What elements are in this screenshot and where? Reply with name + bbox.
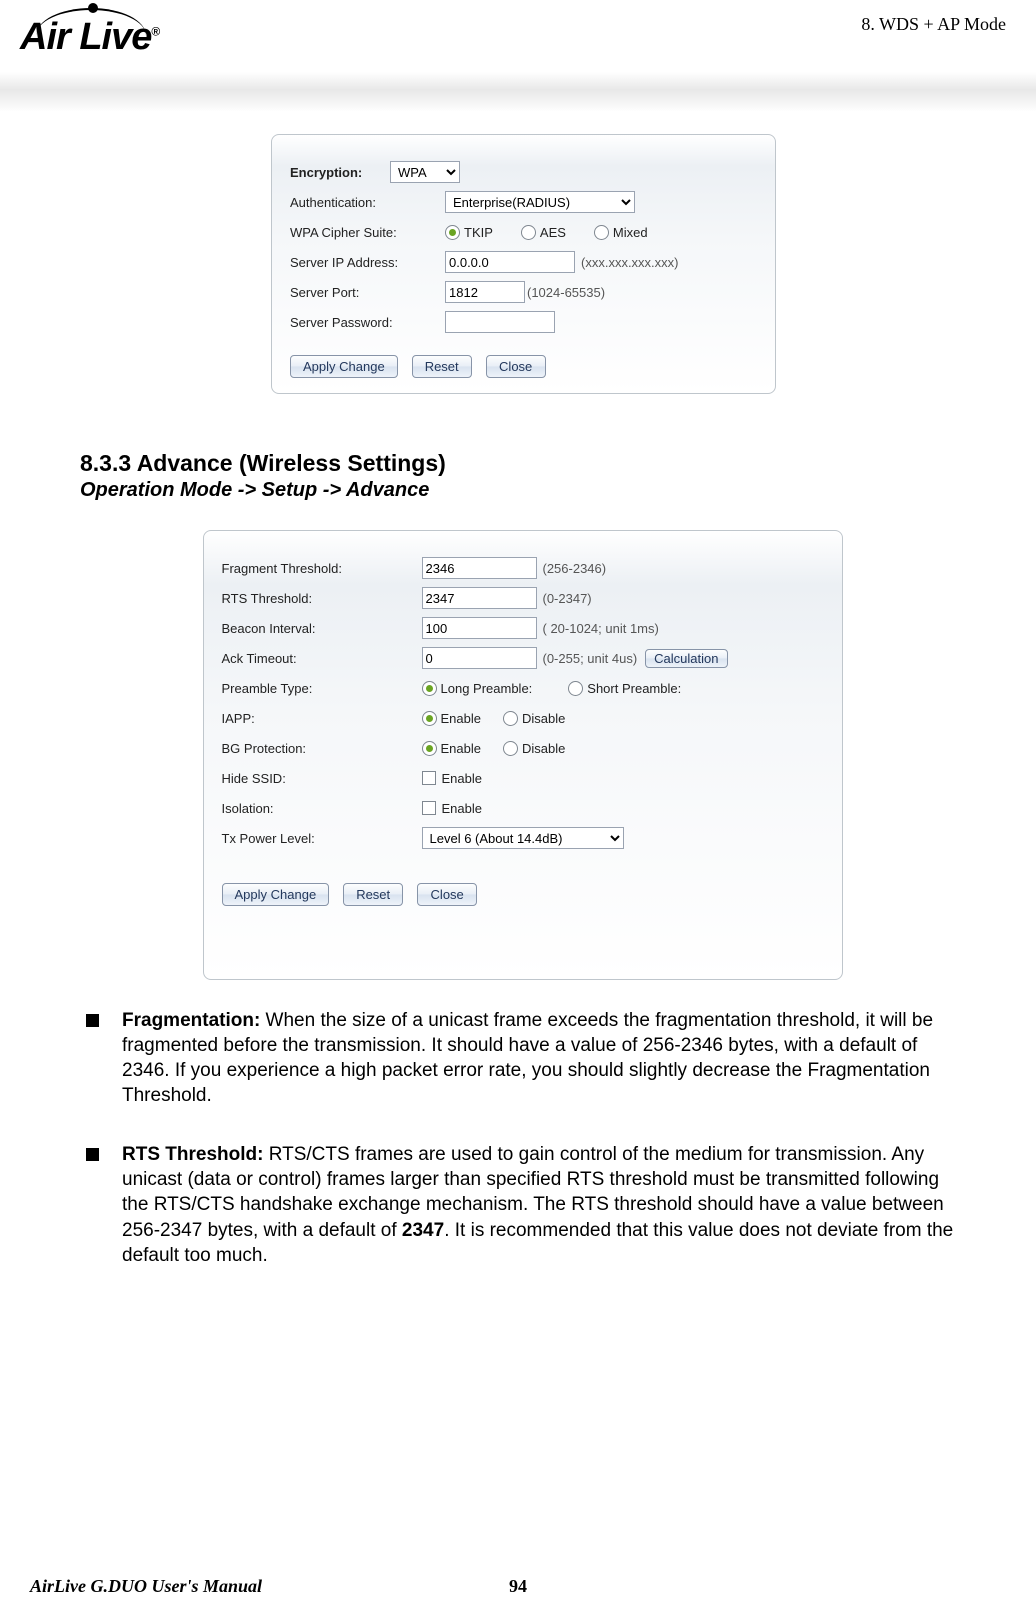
server-port-hint: (1024-65535) (527, 285, 605, 300)
header-stripe (0, 72, 1036, 112)
cipher-label: WPA Cipher Suite: (290, 225, 445, 240)
apply-button-2[interactable]: Apply Change (222, 883, 330, 906)
calculation-button[interactable]: Calculation (645, 649, 727, 668)
beacon-label: Beacon Interval: (222, 621, 422, 636)
encryption-panel: Encryption: WPA Authentication: Enterpri… (271, 134, 776, 394)
page-footer: AirLive G.DUO User's Manual 94 (30, 1576, 1006, 1597)
apply-button[interactable]: Apply Change (290, 355, 398, 378)
manual-title: AirLive G.DUO User's Manual (30, 1576, 262, 1597)
iapp-enable-text: Enable (441, 711, 481, 726)
server-pw-label: Server Password: (290, 315, 445, 330)
rts-bullet: RTS Threshold: RTS/CTS frames are used t… (80, 1142, 965, 1267)
cipher-tkip-radio[interactable] (445, 225, 460, 240)
preamble-long-text: Long Preamble: (441, 681, 533, 696)
cipher-tkip-text: TKIP (464, 225, 493, 240)
beacon-input[interactable] (422, 617, 537, 639)
bgprot-enable-radio[interactable] (422, 741, 437, 756)
server-port-input[interactable] (445, 281, 525, 303)
preamble-label: Preamble Type: (222, 681, 422, 696)
txpower-select[interactable]: Level 6 (About 14.4dB) (422, 827, 624, 849)
iapp-disable-radio[interactable] (503, 711, 518, 726)
reset-button-2[interactable]: Reset (343, 883, 403, 906)
hide-ssid-enable-text: Enable (442, 771, 482, 786)
ack-input[interactable] (422, 647, 537, 669)
fragmentation-title: Fragmentation: (122, 1010, 260, 1031)
beacon-hint: ( 20-1024; unit 1ms) (543, 621, 659, 636)
chapter-header: 8. WDS + AP Mode (861, 14, 1006, 35)
bgprot-label: BG Protection: (222, 741, 422, 756)
server-ip-hint: (xxx.xxx.xxx.xxx) (581, 255, 679, 270)
rts-input[interactable] (422, 587, 537, 609)
server-pw-input[interactable] (445, 311, 555, 333)
rts-default-bold: 2347 (402, 1220, 444, 1241)
auth-label: Authentication: (290, 195, 445, 210)
logo-dot (88, 3, 98, 13)
preamble-long-radio[interactable] (422, 681, 437, 696)
ack-label: Ack Timeout: (222, 651, 422, 666)
hide-ssid-checkbox[interactable] (422, 771, 436, 785)
close-button[interactable]: Close (486, 355, 546, 378)
cipher-mixed-radio[interactable] (594, 225, 609, 240)
bgprot-disable-text: Disable (522, 741, 565, 756)
frag-hint: (256-2346) (543, 561, 607, 576)
page-number: 94 (509, 1576, 527, 1597)
advance-panel: Fragment Threshold: (256-2346) RTS Thres… (203, 530, 843, 980)
server-ip-label: Server IP Address: (290, 255, 445, 270)
isolation-enable-text: Enable (442, 801, 482, 816)
nav-path: Operation Mode -> Setup -> Advance (80, 479, 965, 502)
ack-hint: (0-255; unit 4us) (543, 651, 638, 666)
server-ip-input[interactable] (445, 251, 575, 273)
close-button-2[interactable]: Close (417, 883, 477, 906)
fragmentation-bullet: Fragmentation: When the size of a unicas… (80, 1008, 965, 1108)
bgprot-disable-radio[interactable] (503, 741, 518, 756)
rts-title: RTS Threshold: (122, 1144, 263, 1165)
iapp-enable-radio[interactable] (422, 711, 437, 726)
bgprot-enable-text: Enable (441, 741, 481, 756)
auth-select[interactable]: Enterprise(RADIUS) (445, 191, 635, 213)
frag-label: Fragment Threshold: (222, 561, 422, 576)
section-title: 8.3.3 Advance (Wireless Settings) (80, 450, 965, 477)
rts-hint: (0-2347) (543, 591, 592, 606)
server-port-label: Server Port: (290, 285, 445, 300)
encryption-select[interactable]: WPA (390, 161, 460, 183)
txpower-label: Tx Power Level: (222, 831, 422, 846)
cipher-mixed-text: Mixed (613, 225, 648, 240)
hide-ssid-label: Hide SSID: (222, 771, 422, 786)
encryption-label: Encryption: (290, 165, 390, 180)
isolation-label: Isolation: (222, 801, 422, 816)
isolation-checkbox[interactable] (422, 801, 436, 815)
cipher-aes-radio[interactable] (521, 225, 536, 240)
preamble-short-text: Short Preamble: (587, 681, 681, 696)
iapp-label: IAPP: (222, 711, 422, 726)
frag-input[interactable] (422, 557, 537, 579)
cipher-aes-text: AES (540, 225, 566, 240)
rts-label: RTS Threshold: (222, 591, 422, 606)
iapp-disable-text: Disable (522, 711, 565, 726)
reset-button[interactable]: Reset (412, 355, 472, 378)
preamble-short-radio[interactable] (568, 681, 583, 696)
brand-logo: Air Live® (20, 16, 159, 59)
